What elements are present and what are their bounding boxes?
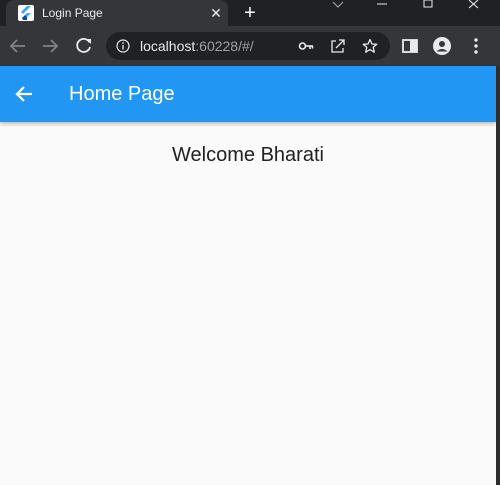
profile-avatar-icon[interactable]	[432, 36, 452, 56]
close-tab-icon[interactable]: ✕	[208, 5, 224, 21]
reload-icon[interactable]	[74, 36, 94, 56]
minimize-icon[interactable]	[370, 0, 394, 12]
url-path: :60228/#/	[195, 38, 254, 54]
tab-login-page[interactable]: Login Page ✕	[6, 0, 228, 26]
app-bar: Home Page	[0, 66, 496, 122]
key-icon[interactable]	[298, 39, 314, 53]
flutter-icon	[18, 5, 34, 21]
forward-icon[interactable]	[40, 36, 60, 56]
info-icon[interactable]	[116, 39, 130, 53]
tab-title: Login Page	[42, 6, 103, 20]
plus-icon[interactable]: +	[240, 3, 260, 23]
more-menu-icon[interactable]	[466, 36, 486, 56]
close-window-icon[interactable]	[462, 0, 486, 12]
back-icon[interactable]	[8, 36, 28, 56]
welcome-text: Welcome Bharati	[172, 144, 324, 166]
window-edge	[496, 66, 500, 485]
address-bar[interactable]: localhost:60228/#/	[106, 32, 390, 60]
url-text[interactable]: localhost:60228/#/	[140, 38, 254, 54]
app-viewport: Home Page Welcome Bharati	[0, 66, 496, 485]
page-title: Home Page	[69, 83, 175, 105]
arrow-back-icon[interactable]	[12, 82, 36, 106]
tab-strip: Login Page ✕ +	[0, 0, 500, 26]
maximize-icon[interactable]	[416, 0, 440, 12]
star-icon[interactable]	[362, 38, 378, 54]
chevron-down-icon[interactable]	[326, 0, 350, 12]
share-icon[interactable]	[330, 38, 346, 54]
browser-toolbar: localhost:60228/#/	[0, 26, 500, 66]
url-host: localhost	[140, 38, 196, 54]
side-panel-icon[interactable]	[400, 36, 420, 56]
